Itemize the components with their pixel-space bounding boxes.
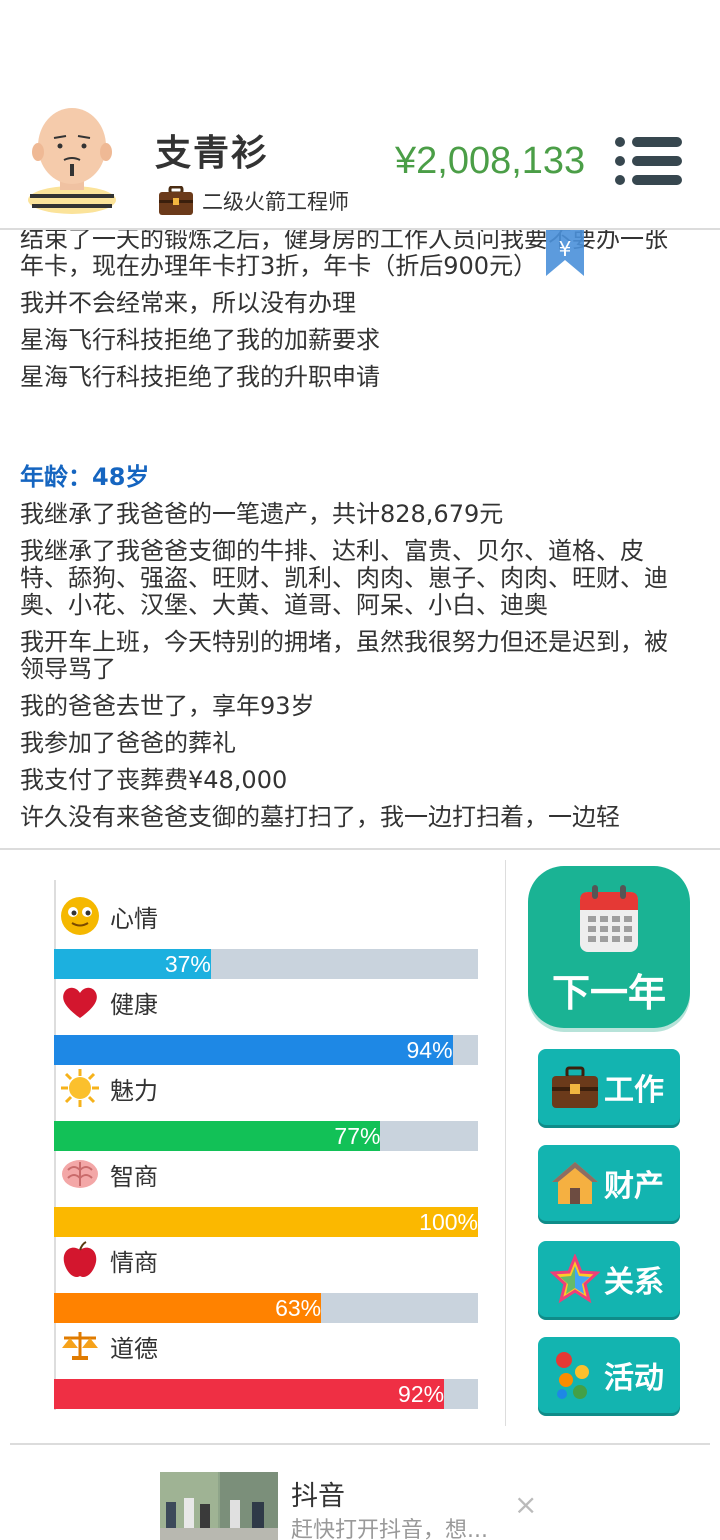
ad-thumbnail[interactable] [160,1472,278,1540]
iq-bar-fill: 100% [54,1207,478,1237]
stat-mood: 心情 37% [54,894,480,980]
log-line: 我继承了我爸爸支御的牛排、达利、富贵、贝尔、道格、皮特、舔狗、强盗、旺财、凯利、… [20,537,668,619]
job-info[interactable]: 二级火箭工程师 [158,186,349,216]
log-line: 星海飞行科技拒绝了我的升职申请 [20,363,380,391]
stat-eq: 情商 63% [54,1238,480,1324]
money-float-icon[interactable]: ¥ [546,230,584,280]
attribute-panel: 心情 37% 健康 94% 魅力 77% 智商 100% 情商 63% 道德 9… [54,880,478,1410]
stat-health: 健康 94% [54,980,480,1066]
money-balance: ¥2,008,133 [395,140,586,182]
charm-bar: 77% [54,1121,478,1151]
panel-divider [505,860,506,1426]
log-line: 我继承了我爸爸的一笔遗产，共计828,679元 [20,500,504,528]
briefcase-icon [159,186,193,215]
log-line: 我并不会经常来，所以没有办理 [20,289,356,317]
eq-bar: 63% [54,1293,478,1323]
ad-description: 赶快打开抖音，想... [291,1518,488,1540]
stat-iq: 智商 100% [54,1152,480,1238]
morality-bar: 92% [54,1379,478,1409]
ad-title: 抖音 [291,1481,345,1512]
ad-close-icon[interactable]: × [514,1488,537,1521]
next-year-label: 下一年 [551,971,666,1015]
morality-bar-fill: 92% [54,1379,445,1409]
age-heading: 年龄：48岁 [20,463,150,491]
activities-button[interactable]: 活动 [538,1337,680,1413]
log-line: 我参加了爸爸的葬礼 [20,729,236,757]
job-title: 二级火箭工程师 [202,190,349,214]
mood-bar: 37% [54,949,478,979]
avatar[interactable] [24,104,120,216]
briefcase-icon [552,1066,598,1108]
health-bar-fill: 94% [54,1035,453,1065]
eq-bar-fill: 63% [54,1293,322,1323]
stat-morality: 道德 92% [54,1324,480,1410]
ad-banner[interactable]: 抖音 赶快打开抖音，想... × [0,1446,720,1540]
smiley-icon [61,897,99,935]
stat-charm: 魅力 77% [54,1066,480,1152]
log-divider [0,848,720,850]
star-icon [550,1254,600,1304]
iq-bar: 100% [54,1207,478,1237]
log-line: 星海飞行科技拒绝了我的加薪要求 [20,326,380,354]
apple-icon [63,1241,97,1278]
log-line: 我的爸爸去世了，享年93岁 [20,692,315,720]
charm-bar-fill: 77% [54,1121,381,1151]
relations-button[interactable]: 关系 [538,1241,680,1317]
heart-icon [63,987,97,1018]
work-button[interactable]: 工作 [538,1049,680,1125]
sun-icon [61,1069,99,1107]
health-bar: 94% [54,1035,478,1065]
log-line: 结束了一天的锻炼之后，健身房的工作人员问我要不要办一张年卡，现在办理年卡打3折，… [20,230,668,280]
mood-bar-fill: 37% [54,949,211,979]
next-year-button[interactable]: 下一年 [528,866,690,1028]
life-event-log[interactable]: 结束了一天的锻炼之后，健身房的工作人员问我要不要办一张年卡，现在办理年卡打3折，… [0,230,720,835]
scales-icon [62,1332,98,1360]
ad-divider [10,1443,710,1445]
menu-icon[interactable] [614,134,684,188]
profile-header: 支青衫 二级火箭工程师 ¥2,008,133 [0,0,720,230]
svg-text:¥: ¥ [559,237,572,261]
brain-icon [62,1160,98,1188]
calendar-icon [580,885,638,952]
player-name: 支青衫 [155,133,270,174]
log-line: 我支付了丧葬费¥48,000 [20,766,288,794]
property-button[interactable]: 财产 [538,1145,680,1221]
log-line: 我开车上班，今天特别的拥堵，虽然我很努力但还是迟到，被领导骂了 [20,628,668,683]
log-line: 许久没有来爸爸支御的墓打扫了，我一边打扫着，一边轻 [20,803,620,831]
activities-icon [556,1352,589,1399]
house-icon [552,1162,598,1204]
